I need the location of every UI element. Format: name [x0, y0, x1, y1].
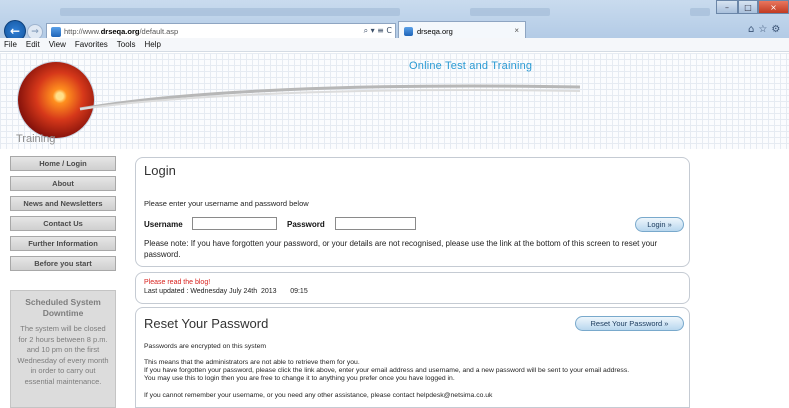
reset-password-button[interactable]: Reset Your Password » [575, 316, 684, 331]
site-favicon-icon [51, 26, 61, 37]
window-minimize-button[interactable]: – [716, 0, 738, 14]
username-input[interactable] [192, 217, 277, 230]
login-button[interactable]: Login » [635, 217, 684, 232]
sidebar-item-news[interactable]: News and Newsletters [10, 196, 116, 211]
last-updated-text: Last updated : Wednesday July 24th 2013 … [144, 288, 308, 295]
window-close-button[interactable]: × [758, 0, 789, 14]
blog-panel: Please read the blog! Last updated : Wed… [135, 272, 690, 304]
login-title: Login [144, 163, 176, 178]
blurred-toolbar-strip [470, 8, 550, 16]
sidebar-item-contact[interactable]: Contact Us [10, 216, 116, 231]
sidebar-item-about[interactable]: About [10, 176, 116, 191]
password-input[interactable] [335, 217, 416, 230]
sidebar-item-home-login[interactable]: Home / Login [10, 156, 116, 171]
browser-titlebar: ← → http://www.drseqa.org/default.asp ⌕ … [0, 0, 789, 42]
menu-favorites[interactable]: Favorites [75, 40, 108, 49]
home-favorites-settings-icon[interactable]: ⌂☆⚙ [748, 24, 784, 35]
reset-info-text: You may use this to login then you are f… [144, 375, 455, 382]
login-note: Please note: If you have forgotten your … [144, 239, 658, 259]
menu-view[interactable]: View [49, 40, 66, 49]
menu-bar: File Edit View Favorites Tools Help [0, 38, 789, 52]
address-url: http://www.drseqa.org/default.asp [64, 27, 179, 36]
banner-title: Online Test and Training [409, 60, 533, 72]
password-label: Password [287, 220, 325, 229]
sidebar-nav: Home / Login About News and Newsletters … [10, 156, 116, 276]
sidebar-item-further-info[interactable]: Further Information [10, 236, 116, 251]
reset-title: Reset Your Password [144, 316, 269, 331]
window-maximize-button[interactable]: □ [738, 0, 758, 14]
address-tools-icon[interactable]: ⌕ ▾ ≡ C [364, 26, 392, 36]
sidebar-item-before-you-start[interactable]: Before you start [10, 256, 116, 271]
login-panel: Login Please enter your username and pas… [135, 157, 690, 267]
blog-link[interactable]: Please read the blog! [144, 279, 210, 286]
reset-contact-text: If you cannot remember your username, or… [144, 392, 493, 399]
tab-title: drseqa.org [417, 26, 453, 36]
tab-close-icon[interactable]: × [514, 26, 519, 35]
reset-encrypted-text: Passwords are encrypted on this system [144, 343, 267, 350]
site-header: Online Test and Training Training [0, 53, 789, 149]
training-label: Training [16, 133, 56, 145]
menu-help[interactable]: Help [144, 40, 160, 49]
menu-tools[interactable]: Tools [117, 40, 136, 49]
blurred-toolbar-strip [690, 8, 710, 16]
header-swoosh [79, 84, 580, 111]
tab-favicon-icon [404, 26, 413, 36]
blurred-toolbar-strip [60, 8, 400, 16]
downtime-body: The system will be closed for 2 hours be… [17, 324, 109, 386]
downtime-title: Scheduled System Downtime [25, 297, 101, 318]
menu-file[interactable]: File [4, 40, 17, 49]
username-label: Username [144, 220, 183, 229]
downtime-notice: Scheduled System Downtime The system wil… [10, 290, 116, 408]
menu-edit[interactable]: Edit [26, 40, 40, 49]
reset-password-panel: Reset Your Password Reset Your Password … [135, 307, 690, 408]
login-instruction: Please enter your username and password … [144, 199, 309, 208]
